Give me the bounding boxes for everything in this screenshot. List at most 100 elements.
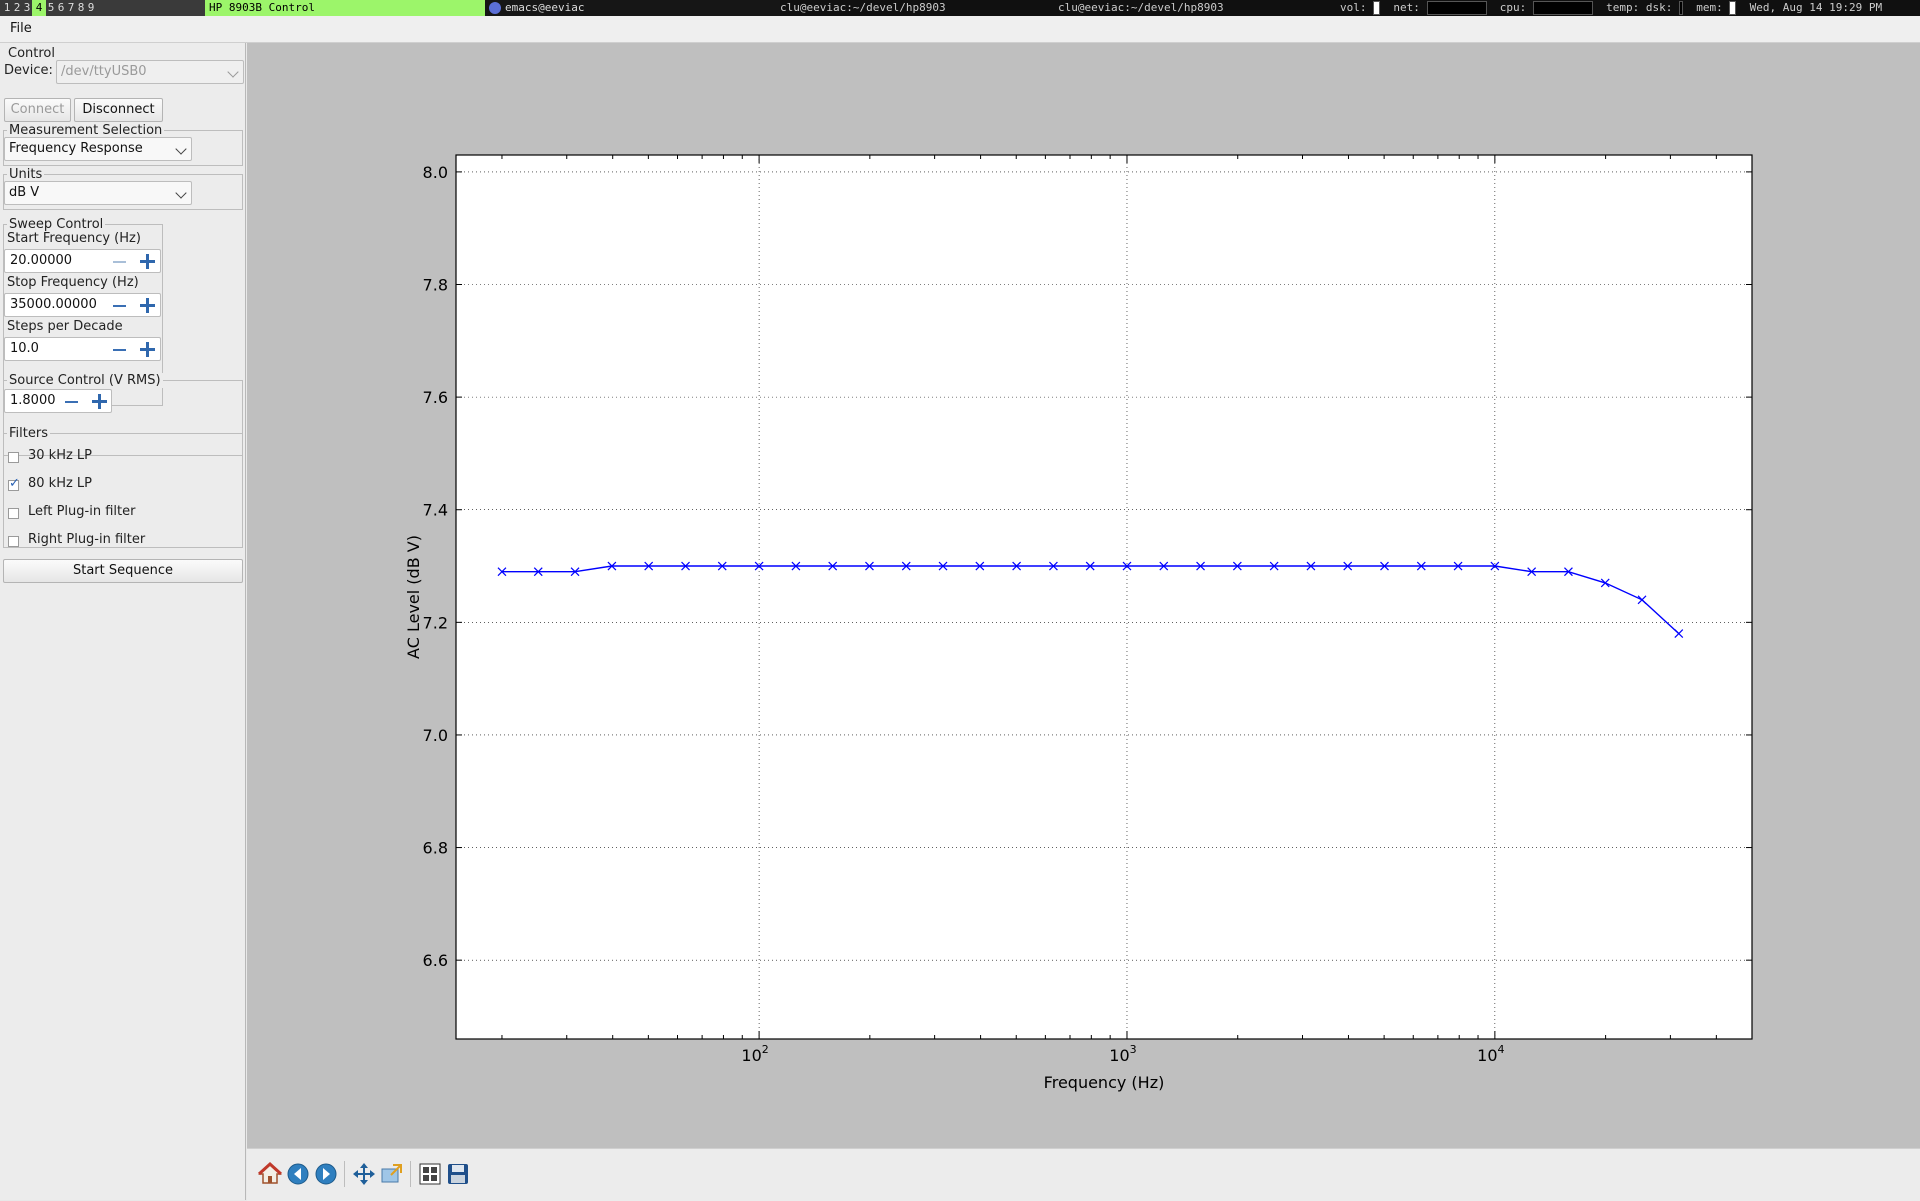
plus-icon[interactable] [92, 394, 107, 409]
units-group-title: Units [7, 167, 45, 182]
device-label: Device: [4, 63, 53, 78]
filter-30khz-label: 30 kHz LP [28, 448, 93, 463]
minus-icon[interactable] [65, 401, 78, 403]
start-frequency-label: Start Frequency (Hz) [7, 231, 141, 246]
disconnect-button[interactable]: Disconnect [74, 98, 163, 122]
workspace-6[interactable]: 6 [56, 0, 66, 16]
taskbar-emacs-label: emacs@eeviac [505, 1, 585, 14]
workspace-switcher: 123456789 [0, 0, 205, 16]
navigation-toolbar [247, 1148, 1920, 1201]
control-panel: Control Device: /dev/ttyUSB0 Connect Dis… [0, 43, 246, 1200]
workspace-1[interactable]: 1 [2, 0, 12, 16]
taskbar-terminal-2[interactable]: clu@eeviac:~/devel/hp8903 [1058, 0, 1328, 16]
net-meter [1426, 1, 1487, 15]
y-tick-label: 6.6 [423, 951, 448, 970]
device-select[interactable]: /dev/ttyUSB0 [56, 60, 244, 84]
workspace-9[interactable]: 9 [86, 0, 96, 16]
minus-icon[interactable] [113, 305, 126, 307]
configure-subplots-icon[interactable] [417, 1161, 443, 1187]
steps-per-decade-spinbox[interactable]: 10.0 [4, 337, 161, 361]
connect-button[interactable]: Connect [4, 98, 71, 122]
plus-icon[interactable] [140, 342, 155, 357]
units-select[interactable]: dB V [4, 181, 192, 205]
stop-frequency-spinbox[interactable]: 35000.00000 [4, 293, 161, 317]
plus-icon[interactable] [140, 298, 155, 313]
measurement-select-value: Frequency Response [9, 141, 143, 156]
y-axis-label: AC Level (dB V) [404, 535, 423, 659]
filter-80khz-label: 80 kHz LP [28, 476, 93, 491]
workspace-3[interactable]: 3 [22, 0, 32, 16]
device-select-value: /dev/ttyUSB0 [61, 64, 147, 79]
control-group: Control Device: /dev/ttyUSB0 Connect Dis… [3, 46, 244, 122]
units-select-value: dB V [9, 185, 40, 200]
mem-meter [1729, 1, 1737, 15]
filter-80khz-checkbox[interactable] [8, 476, 20, 491]
filter-left-plugin-label: Left Plug-in filter [28, 504, 136, 519]
start-frequency-value: 20.00000 [10, 253, 73, 268]
stop-frequency-label: Stop Frequency (Hz) [7, 275, 139, 290]
taskbar-terminal-1[interactable]: clu@eeviac:~/devel/hp8903 [780, 0, 1055, 16]
home-icon[interactable] [257, 1161, 283, 1187]
measurement-group-title: Measurement Selection [7, 123, 165, 138]
units-group: Units dB V [3, 167, 243, 210]
steps-per-decade-label: Steps per Decade [7, 319, 123, 334]
workspace-7[interactable]: 7 [66, 0, 76, 16]
workspace-list: 123456789 [2, 0, 96, 16]
toolbar-separator [344, 1161, 345, 1187]
y-tick-label: 7.0 [423, 726, 448, 745]
workspace-8[interactable]: 8 [76, 0, 86, 16]
filter-right-plugin-checkbox[interactable] [8, 536, 19, 547]
frequency-response-chart[interactable]: 6.6 6.8 7.0 7.2 7.4 7.6 7.8 8.0 102 103 104 Freque… [247, 43, 1920, 1148]
vol-label: vol: [1340, 1, 1367, 14]
source-level-value: 1.8000 [10, 393, 56, 408]
filters-group-title: Filters [7, 426, 50, 441]
filter-left-plugin-checkbox[interactable] [8, 508, 19, 519]
workspace-5[interactable]: 5 [46, 0, 56, 16]
mem-label: mem: [1696, 1, 1723, 14]
y-tick-label: 7.2 [423, 613, 448, 632]
minus-icon[interactable] [113, 261, 126, 263]
back-icon[interactable] [285, 1161, 311, 1187]
measurement-select[interactable]: Frequency Response [4, 137, 192, 161]
chevron-down-icon [227, 66, 239, 78]
x-tick-label: 104 [1477, 1043, 1504, 1065]
workspace-2[interactable]: 2 [12, 0, 22, 16]
y-tick-label: 7.6 [423, 388, 448, 407]
measurement-group: Measurement Selection Frequency Response [3, 123, 243, 166]
start-frequency-spinbox[interactable]: 20.00000 [4, 249, 161, 273]
minus-icon[interactable] [113, 349, 126, 351]
emacs-icon [489, 2, 501, 14]
steps-per-decade-value: 10.0 [10, 341, 39, 356]
stop-frequency-value: 35000.00000 [10, 297, 97, 312]
save-icon[interactable] [445, 1161, 471, 1187]
pan-icon[interactable] [351, 1161, 377, 1187]
x-axis-label: Frequency (Hz) [1044, 1073, 1165, 1092]
x-tick-label: 103 [1109, 1043, 1136, 1065]
axes-frame [455, 154, 1753, 1040]
x-tick-label: 102 [741, 1043, 768, 1065]
vol-meter [1373, 1, 1381, 15]
source-group-title: Source Control (V RMS) [7, 373, 163, 388]
menu-bar: File [0, 16, 1920, 43]
sweep-group-title: Sweep Control [7, 217, 106, 232]
taskbar-emacs[interactable]: emacs@eeviac [485, 0, 780, 16]
filter-right-plugin-label: Right Plug-in filter [28, 532, 146, 547]
y-tick-label: 7.8 [423, 276, 448, 295]
cpu-meter [1532, 1, 1593, 15]
control-group-title: Control [6, 46, 57, 61]
net-label: net: [1393, 1, 1420, 14]
plus-icon[interactable] [140, 254, 155, 269]
zoom-icon[interactable] [379, 1161, 405, 1187]
chevron-down-icon [175, 143, 187, 155]
active-window-title[interactable]: HP 8903B Control [205, 0, 485, 16]
clock: Wed, Aug 14 19:29 PM [1749, 1, 1883, 14]
y-tick-label: 7.4 [423, 501, 448, 520]
filters-group: Filters 30 kHz LP 80 kHz LP Left Plug-in… [3, 426, 243, 548]
workspace-4[interactable]: 4 [32, 0, 46, 16]
system-status-bar: 123456789 HP 8903B Control emacs@eeviac … [0, 0, 1920, 16]
forward-icon[interactable] [313, 1161, 339, 1187]
filter-30khz-checkbox[interactable] [8, 452, 19, 463]
source-level-spinbox[interactable]: 1.8000 [4, 389, 112, 413]
start-sequence-button[interactable]: Start Sequence [3, 559, 243, 583]
menu-file[interactable]: File [10, 21, 32, 36]
